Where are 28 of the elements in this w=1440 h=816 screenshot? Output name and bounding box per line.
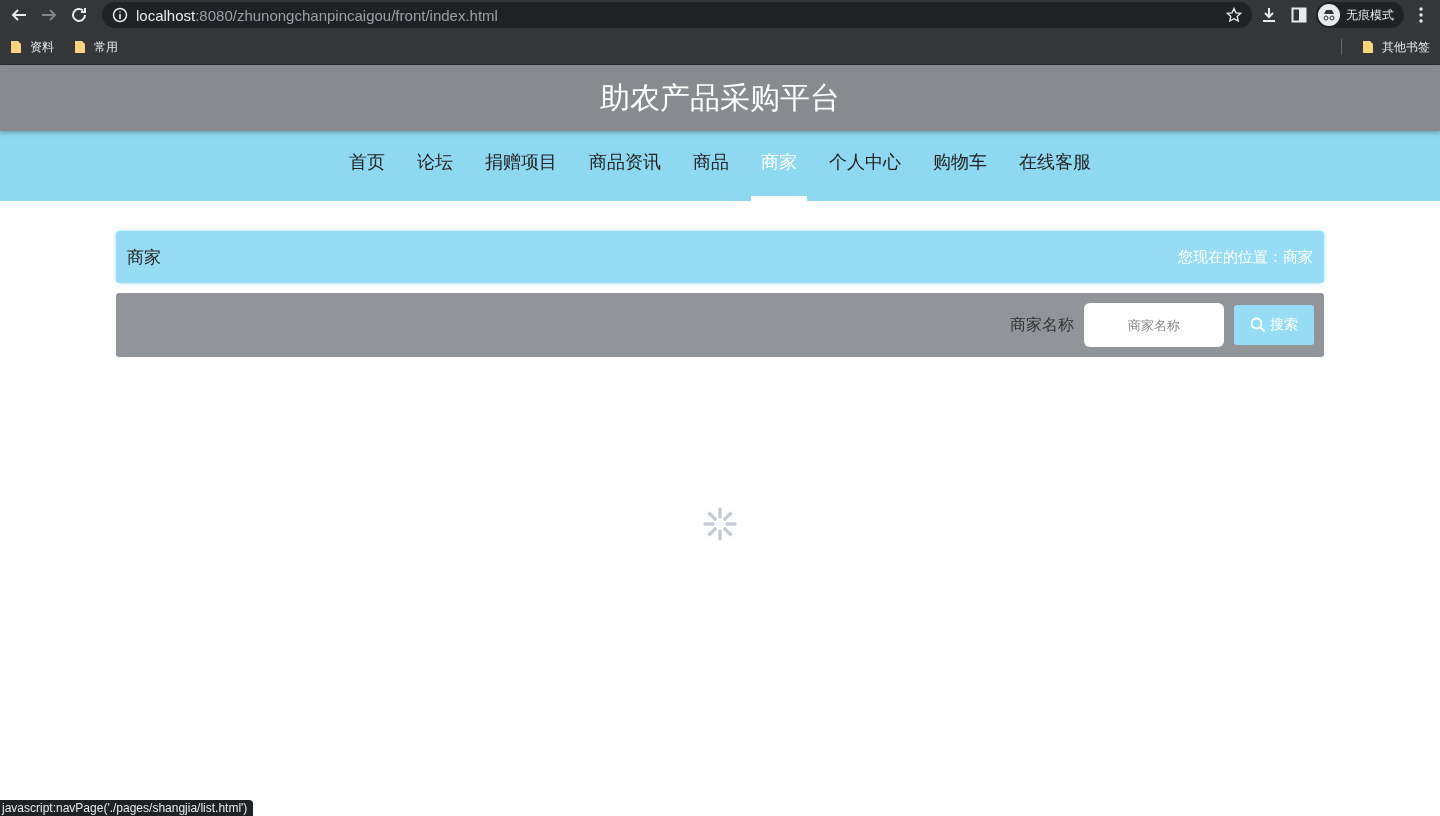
info-icon[interactable] [112,7,128,23]
nav-tab[interactable]: 购物车 [917,131,1003,201]
url-text: localhost:8080/zhunongchanpincaigou/front/index.html [136,6,499,24]
incognito-profile-button[interactable]: 无痕模式 [1316,2,1404,28]
nav-tab[interactable]: 在线客服 [1003,131,1107,201]
search-field[interactable]: 商家名称 [1084,303,1224,347]
nav-tab[interactable]: 首页 [333,131,401,201]
bookmark-item[interactable]: 常用 [74,38,118,56]
nav-tab[interactable]: 论坛 [401,131,469,201]
folder-icon [74,40,86,54]
breadcrumb: 您现在的位置：商家 [1178,247,1313,267]
bookmark-item[interactable]: 资料 [10,38,54,56]
site-title: 助农产品采购平台 [600,79,840,116]
loading-spinner-icon [703,507,737,541]
other-bookmarks-item[interactable]: 其他书签 [1362,38,1430,56]
nav-tab[interactable]: 捐赠项目 [469,131,573,201]
page-heading: 商家 [127,246,161,269]
star-icon[interactable] [1226,7,1242,23]
status-link-tooltip: javascript:navPage('./pages/shangjia/list.html') [0,800,254,816]
nav-tab[interactable]: 商品资讯 [573,131,677,201]
nav-tab[interactable]: 个人中心 [813,131,917,201]
folder-icon [1362,40,1374,54]
folder-icon [10,40,22,54]
incognito-icon [1321,9,1337,21]
search-icon [1250,317,1266,333]
address-bar[interactable]: localhost:8080/zhunongchanpincaigou/front/index.html [102,2,1252,28]
nav-tab[interactable]: 商品 [677,131,745,201]
search-label: 商家名称 [1010,314,1074,335]
